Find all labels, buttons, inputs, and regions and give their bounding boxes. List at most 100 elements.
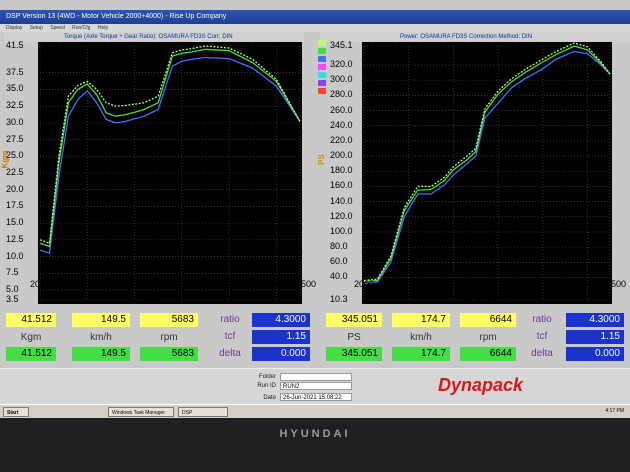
- legend-swatch-purple[interactable]: [318, 80, 326, 86]
- y-tick-label: 240.0: [330, 119, 353, 130]
- left-speed-readout-2: 149.5: [72, 347, 130, 361]
- right-speed-readout: 174.7: [392, 313, 450, 327]
- legend-swatch-magenta[interactable]: [318, 64, 326, 70]
- x-tick-label: 6000: [532, 279, 553, 289]
- right-ratio-label: ratio: [532, 314, 552, 325]
- x-tick-label: 5000: [488, 279, 509, 289]
- y-tick-label: 80.0: [330, 241, 348, 252]
- y-tick-label: 320.0: [330, 59, 353, 70]
- torque-x-axis-title: Engine RPM: [145, 293, 192, 302]
- run-id-label: Run ID: [257, 383, 276, 389]
- taskbar: Start Windows Task Manager DSP 4:17 PM: [0, 404, 630, 418]
- torque-header: Torque (Axle Torque ÷ Gear Ratio): OSAMU…: [4, 32, 304, 42]
- x-tick-label: 6000: [219, 279, 240, 289]
- left-tcf-label: tcf: [224, 331, 236, 342]
- dynapack-logo: Dynapack: [438, 375, 524, 395]
- y-tick-label: 30.0: [6, 116, 24, 127]
- taskbar-clock: 4:17 PM: [605, 408, 624, 414]
- x-tick-label: 7000: [260, 279, 281, 289]
- y-tick-label: 22.5: [6, 167, 24, 177]
- y-tick-label: 180.0: [330, 165, 353, 176]
- x-tick-label: 7000: [571, 279, 592, 289]
- x-tick-label: 4000: [443, 279, 464, 289]
- menu-item-runcfg[interactable]: Run/Cfg: [72, 25, 90, 31]
- y-tick-label: 37.5: [6, 66, 24, 77]
- left-speed-readout: 149.5: [72, 313, 130, 327]
- menu-item-display[interactable]: Display: [6, 25, 22, 31]
- menu-item-speed[interactable]: Speed: [50, 25, 64, 31]
- y-tick-label: 200.0: [330, 150, 353, 161]
- series-line-1: [363, 45, 611, 282]
- left-delta-value: 0.000: [252, 347, 310, 361]
- right-speed-readout-2: 174.7: [392, 347, 450, 361]
- series-legend: [318, 40, 326, 94]
- y-tick-label: 20.0: [6, 183, 24, 194]
- x-tick-label: 7500: [605, 279, 627, 289]
- left-tcf-value: 1.15: [252, 330, 310, 344]
- power-header: Power: OSAMURA FD3S Correction Method: D…: [320, 32, 630, 42]
- x-tick-label: 5000: [171, 279, 192, 289]
- left-ratio-value: 4.3000: [252, 313, 310, 327]
- date-field[interactable]: 26-Jun-2021 15:08:22: [280, 393, 352, 401]
- left-unit-rpm: rpm: [160, 332, 178, 343]
- series-line-2: [363, 42, 611, 282]
- y-tick-label: 41.5: [6, 40, 24, 50]
- y-tick-label: 35.0: [6, 83, 24, 94]
- y-tick-label: 120.0: [330, 210, 353, 221]
- series-line-2: [39, 45, 301, 245]
- folder-label: Folder: [258, 374, 276, 380]
- y-tick-label: 260.0: [330, 104, 353, 115]
- taskbar-item-dsp[interactable]: DSP: [178, 407, 228, 417]
- torque-chart: [38, 42, 302, 304]
- start-button[interactable]: Start: [3, 407, 29, 417]
- date-label: Date: [263, 395, 276, 401]
- run-id-field[interactable]: RUN2: [280, 382, 352, 390]
- left-rpm-readout-2: 5683: [140, 347, 198, 361]
- y-tick-label: 12.5: [6, 233, 24, 244]
- y-tick-label: 15.0: [6, 217, 24, 228]
- power-x-axis-title: Engine RPM: [465, 293, 512, 302]
- legend-swatch-red[interactable]: [318, 88, 326, 94]
- series-line-0: [363, 50, 611, 285]
- y-tick-label: 60.0: [330, 256, 348, 267]
- right-tcf-value: 1.15: [566, 330, 624, 344]
- torque-y-axis-label: Kgm: [0, 150, 10, 169]
- y-tick-label: 17.5: [6, 200, 24, 211]
- menu-item-setup[interactable]: Setup: [30, 25, 43, 31]
- y-tick-label: 280.0: [330, 89, 353, 100]
- y-tick-label: 160.0: [330, 180, 353, 191]
- legend-swatch-light-green[interactable]: [318, 40, 326, 46]
- left-rpm-readout: 5683: [140, 313, 198, 327]
- x-tick-label: 7500: [295, 279, 317, 289]
- power-chart: [362, 42, 612, 304]
- right-delta-label: delta: [531, 348, 553, 359]
- right-delta-value: 0.000: [566, 347, 624, 361]
- taskbar-item-task-manager[interactable]: Windows Task Manager: [108, 407, 174, 417]
- right-power-readout: 345.051: [326, 313, 382, 327]
- y-tick-label: 100.0: [330, 225, 353, 236]
- legend-swatch-cyan[interactable]: [318, 72, 326, 78]
- x-tick-label: 3000: [398, 279, 419, 289]
- menu-item-help[interactable]: Help: [98, 25, 108, 31]
- y-tick-label: 10.3: [330, 294, 348, 304]
- y-tick-label: 345.1: [330, 40, 353, 50]
- left-ratio-label: ratio: [220, 314, 240, 325]
- folder-field[interactable]: [280, 373, 352, 381]
- left-unit-kgm: Kgm: [20, 332, 42, 343]
- legend-swatch-blue[interactable]: [318, 56, 326, 62]
- right-unit-rpm: rpm: [479, 332, 497, 343]
- legend-swatch-green[interactable]: [318, 48, 326, 54]
- right-power-readout-2: 345.051: [326, 347, 382, 361]
- y-tick-label: 40.0: [330, 271, 348, 282]
- power-y-axis-label: PS: [316, 154, 326, 165]
- right-rpm-readout-2: 6644: [460, 347, 516, 361]
- y-tick-label: 7.5: [6, 267, 19, 278]
- right-rpm-readout: 6644: [460, 313, 516, 327]
- left-unit-kmh: km/h: [90, 332, 112, 343]
- menu-bar: Display Setup Speed Run/Cfg Help: [0, 24, 630, 32]
- y-tick-label: 5.0: [6, 283, 19, 294]
- right-unit-ps: PS: [347, 332, 361, 343]
- right-ratio-value: 4.3000: [566, 313, 624, 327]
- x-tick-label: 2000: [353, 279, 375, 289]
- monitor-brand-logo: HYUNDAI: [279, 428, 351, 440]
